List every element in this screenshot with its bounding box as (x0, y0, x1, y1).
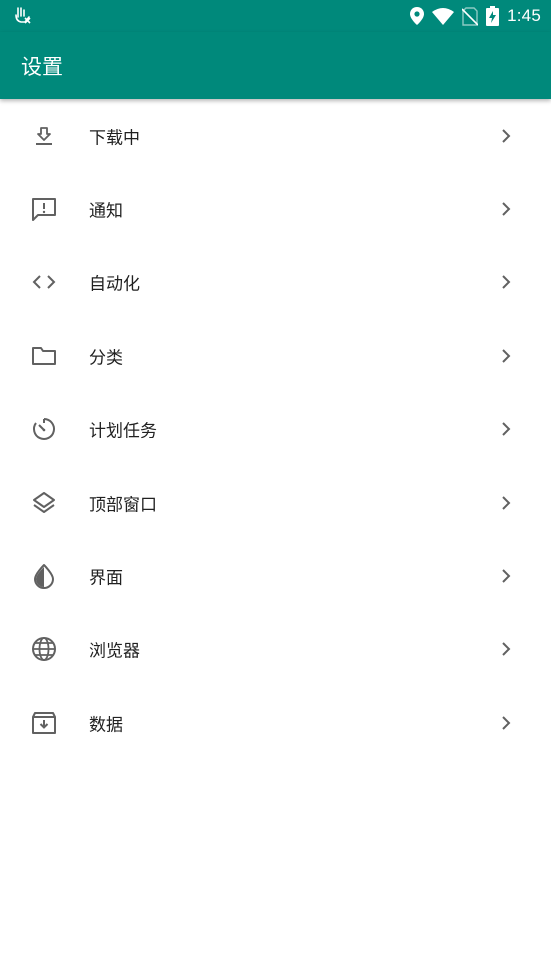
chevron-right-icon (499, 420, 513, 438)
folder-icon (30, 342, 58, 370)
settings-item-label: 数据 (89, 715, 123, 736)
settings-item-label: 分类 (89, 348, 123, 369)
settings-item-label: 浏览器 (89, 641, 140, 662)
chevron-right-icon (499, 200, 513, 218)
settings-list: 下载中 通知 自动化 分类 计划任务 顶部窗口 界面 浏览器 数据 (0, 99, 551, 760)
location-icon (410, 7, 425, 25)
contrast-icon (30, 562, 58, 590)
battery-charging-icon (486, 6, 500, 26)
download-icon (30, 122, 58, 150)
clock: 1:45 (507, 6, 541, 25)
settings-item-label: 下载中 (89, 128, 140, 149)
settings-item-floating-window[interactable]: 顶部窗口 (0, 466, 551, 539)
chevron-right-icon (499, 127, 513, 145)
wifi-icon (432, 7, 455, 25)
chevron-right-icon (499, 273, 513, 291)
chevron-right-icon (499, 494, 513, 512)
settings-item-categories[interactable]: 分类 (0, 319, 551, 392)
chevron-right-icon (499, 714, 513, 732)
code-icon (30, 268, 58, 296)
settings-item-label: 通知 (89, 201, 123, 222)
page-title: 设置 (21, 55, 63, 79)
chevron-right-icon (499, 640, 513, 658)
settings-item-scheduled-tasks[interactable]: 计划任务 (0, 393, 551, 466)
globe-icon (30, 635, 58, 663)
debug-notification-icon (12, 6, 34, 26)
settings-item-data[interactable]: 数据 (0, 686, 551, 759)
notification-icon (30, 195, 58, 223)
settings-item-interface[interactable]: 界面 (0, 539, 551, 612)
chevron-right-icon (499, 347, 513, 365)
status-icons: 1:45 (410, 4, 541, 28)
settings-item-label: 界面 (89, 568, 123, 589)
settings-item-notifications[interactable]: 通知 (0, 172, 551, 245)
layers-icon (30, 489, 58, 517)
chevron-right-icon (499, 567, 513, 585)
settings-item-label: 计划任务 (89, 421, 157, 442)
app-bar: 设置 (0, 32, 551, 99)
settings-item-downloading[interactable]: 下载中 (0, 99, 551, 172)
timer-icon (30, 415, 58, 443)
no-sim-icon (462, 6, 479, 26)
archive-icon (30, 709, 58, 737)
settings-item-automation[interactable]: 自动化 (0, 246, 551, 319)
status-bar: 1:45 (0, 0, 551, 32)
settings-item-label: 自动化 (89, 274, 140, 295)
settings-item-label: 顶部窗口 (89, 495, 157, 516)
settings-item-browser[interactable]: 浏览器 (0, 613, 551, 686)
